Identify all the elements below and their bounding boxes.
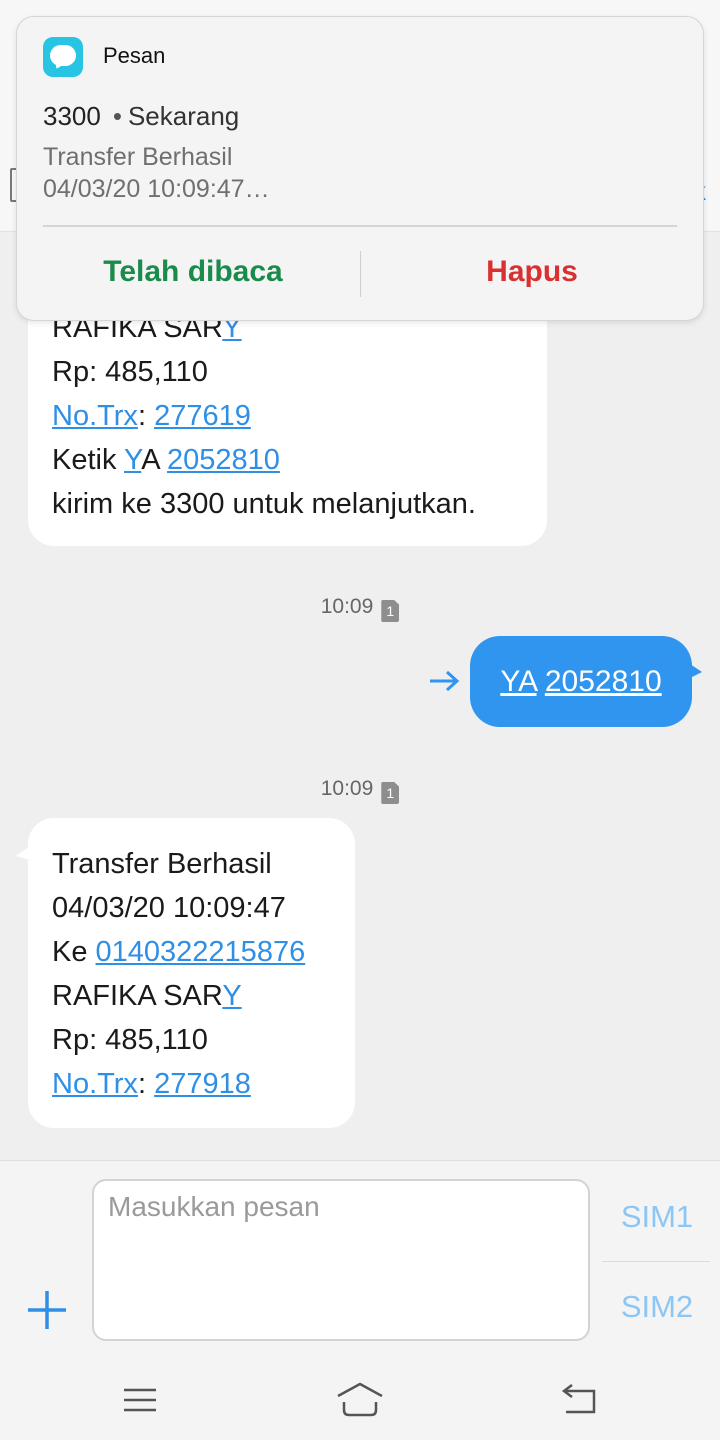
trx-label-link[interactable]: No.Trx [52,400,138,432]
divider [360,251,361,297]
timestamp-text: 10:09 [320,777,374,800]
send-sim2-button[interactable]: SIM2 [604,1289,710,1325]
trx-number-link[interactable]: 277918 [154,1068,251,1100]
bullet-separator: • [112,101,122,131]
trx-line: No.Trx: 277918 [52,1062,331,1106]
sent-arrow-icon [430,670,460,692]
recipient-name: RAFIKA SAR [52,980,223,1012]
mark-as-read-button[interactable]: Telah dibaca [43,255,343,289]
notification-preview-line: 04/03/20 10:09:47… [43,175,270,203]
reply-a: A [141,444,168,476]
trx-separator: : [137,400,155,432]
compose-bar: SIM1 SIM2 [0,1160,720,1360]
recipient-name-line: RAFIKA SARY [52,974,331,1018]
send-sim1-button[interactable]: SIM1 [604,1199,710,1235]
home-icon[interactable] [334,1380,386,1420]
back-icon[interactable] [560,1380,600,1420]
reply-code-link[interactable]: 2052810 [545,665,662,698]
reply-y-link[interactable]: Y [124,444,141,476]
navigation-bar [0,1360,720,1440]
account-number-link[interactable]: 0140322215876 [96,936,306,968]
name-link[interactable]: Y [222,980,241,1012]
reply-prefix: Ketik [52,444,125,476]
reply-instruction-line: Ketik YA 2052810 [52,438,523,482]
delete-button[interactable]: Hapus [382,255,682,289]
notification-preview: Transfer Berhasil 04/03/20 10:09:47… [43,141,270,205]
add-attachment-icon[interactable] [26,1289,68,1331]
notification-time: Sekarang [127,101,240,131]
amount-line: Rp: 485,110 [52,356,208,388]
notification-sender: 3300 [43,101,101,131]
notification-card[interactable]: Pesan 3300 • Sekarang Transfer Berhasil 04… [16,16,704,321]
send-instruction-line: kirim ke 3300 untuk melanjutkan. [52,488,476,520]
reply-word-link[interactable]: YA [500,665,536,698]
trx-separator: : [137,1068,155,1100]
amount-line: Rp: 485,110 [52,1024,208,1056]
recent-apps-icon[interactable] [120,1380,160,1420]
reply-code-link[interactable]: 2052810 [167,444,280,476]
sim-card-icon: 1 [381,600,400,622]
timestamp: 10:09 1 [0,777,720,804]
divider [43,225,677,227]
trx-number-link[interactable]: 277619 [154,400,251,432]
transfer-title: Transfer Berhasil [52,848,272,880]
timestamp-text: 10:09 [320,595,374,618]
sim-card-icon: 1 [381,782,400,804]
message-bubble-incoming[interactable]: Transfer Berhasil 04/03/20 10:09:47 Ke 0… [16,818,355,1128]
timestamp: 10:09 1 [0,595,720,622]
trx-label-link[interactable]: No.Trx [52,1068,138,1100]
transfer-datetime: 04/03/20 10:09:47 [52,892,286,924]
message-bubble-outgoing[interactable]: YA 2052810 [470,636,702,727]
notification-preview-line: Transfer Berhasil [43,143,233,171]
notification-header: 3300 • Sekarang [43,101,239,132]
notification-app-name: Pesan [103,43,166,68]
account-line: Ke 0140322215876 [52,930,331,974]
messages-app-icon [43,37,83,77]
trx-line: No.Trx: 277619 [52,394,523,438]
account-prefix: Ke [52,936,96,968]
divider [602,1261,710,1262]
message-input[interactable] [92,1179,590,1341]
